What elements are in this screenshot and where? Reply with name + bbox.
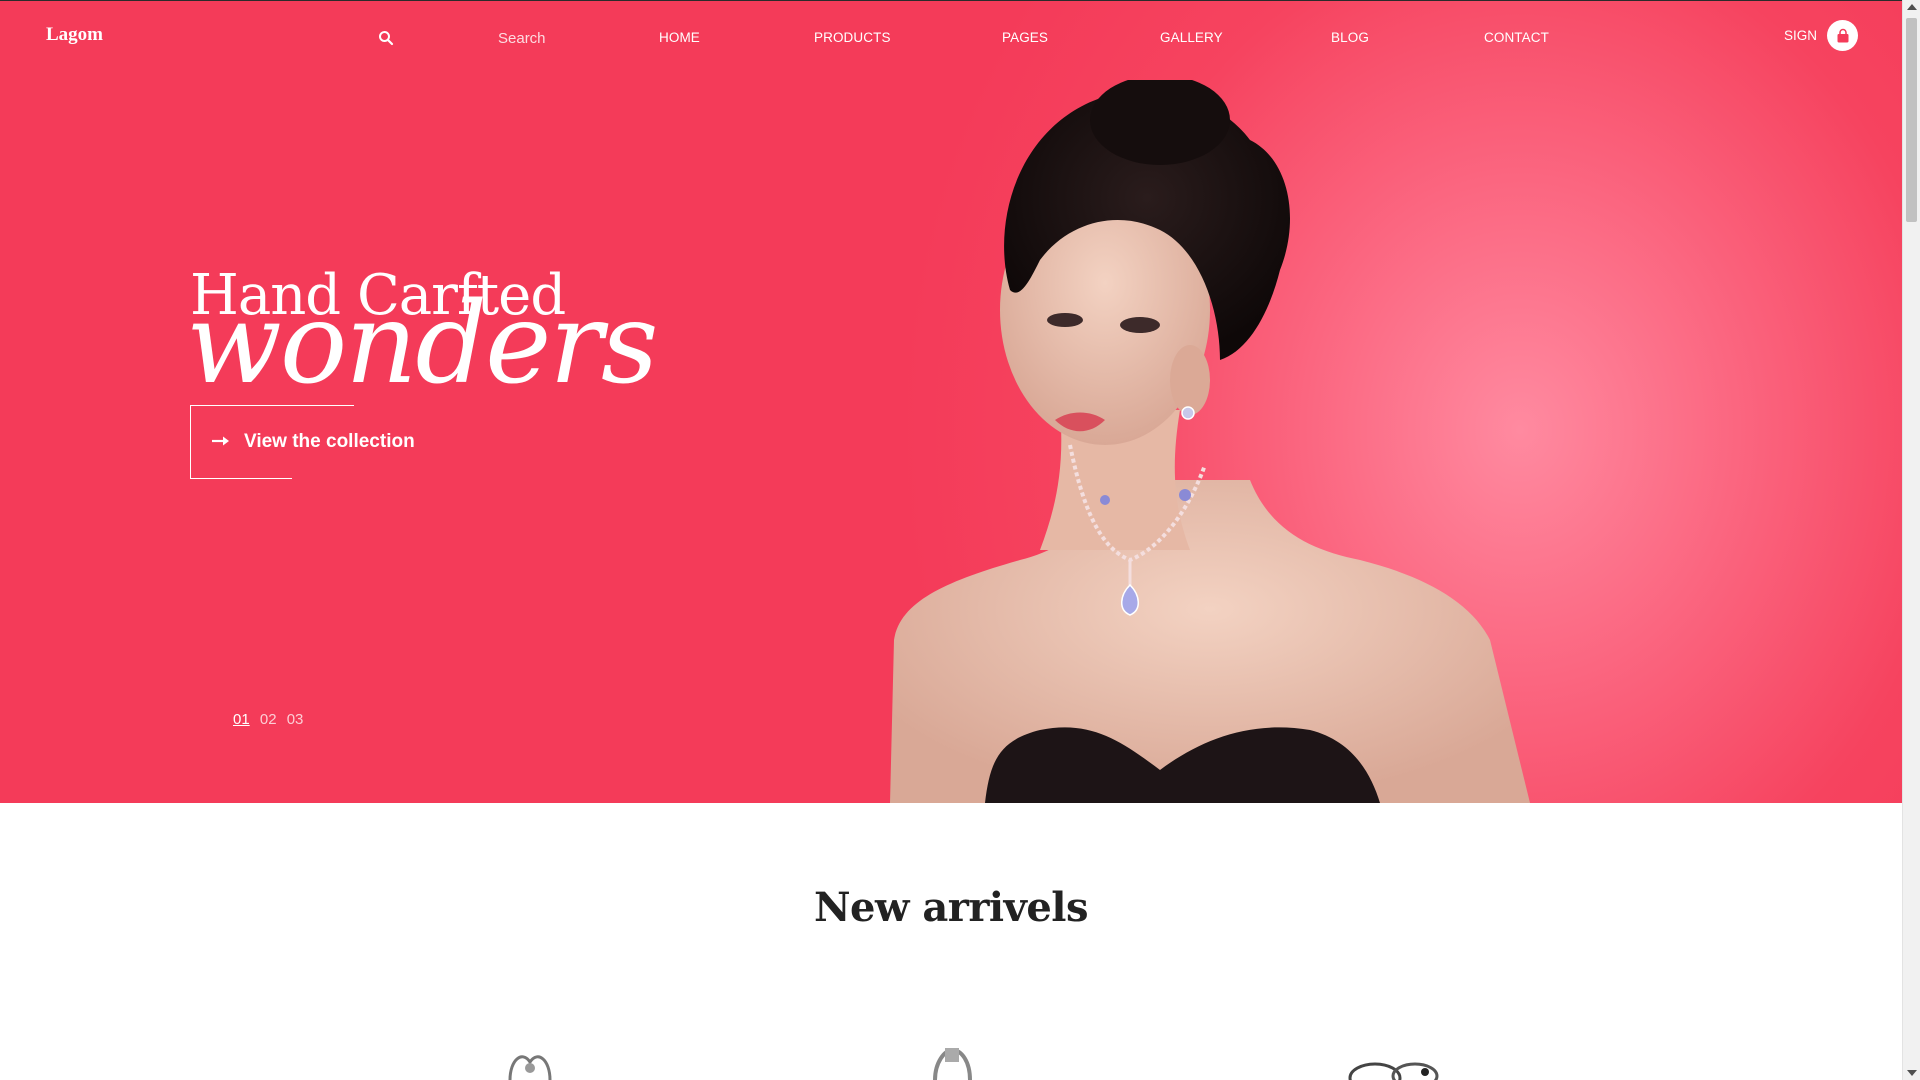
nav-pages[interactable]: PAGES xyxy=(1002,30,1048,45)
scroll-down-arrow-icon[interactable] xyxy=(1907,1070,1917,1076)
nav-products[interactable]: PRODUCTS xyxy=(814,30,891,45)
hero-banner: Lagom HOME PRODUCTS PAGES GALLERY BLOG C… xyxy=(0,0,1902,803)
product-ring-image[interactable] xyxy=(470,1040,590,1080)
new-arrivals-heading: New arrivels xyxy=(813,884,1089,931)
search-icon[interactable] xyxy=(378,30,394,46)
slide-dot-2[interactable]: 02 xyxy=(260,711,277,728)
nav-blog[interactable]: BLOG xyxy=(1331,30,1369,45)
search-input[interactable] xyxy=(498,26,618,50)
view-collection-label: View the collection xyxy=(244,431,415,452)
shopping-bag-button[interactable] xyxy=(1827,20,1858,51)
model-portrait-image xyxy=(890,80,1530,803)
page-scrollbar[interactable] xyxy=(1902,0,1920,1080)
scroll-up-arrow-icon[interactable] xyxy=(1907,4,1917,10)
slide-dot-1[interactable]: 01 xyxy=(233,711,250,728)
button-border-left xyxy=(190,405,191,479)
button-border-top xyxy=(190,405,354,406)
slide-pagination: 01 02 03 xyxy=(233,711,309,728)
nav-contact[interactable]: CONTACT xyxy=(1484,30,1549,45)
slide-dot-3[interactable]: 03 xyxy=(287,711,304,728)
button-border-bottom xyxy=(190,478,292,479)
scrollbar-thumb[interactable] xyxy=(1906,18,1917,222)
nav-home[interactable]: HOME xyxy=(659,30,700,45)
arrow-right-icon xyxy=(212,436,229,446)
view-collection-button[interactable]: View the collection xyxy=(190,405,415,479)
nav-gallery[interactable]: GALLERY xyxy=(1160,30,1223,45)
sign-in-link[interactable]: SIGN xyxy=(1784,28,1817,43)
site-logo[interactable]: Lagom xyxy=(46,24,103,46)
window-top-border xyxy=(0,0,1902,1)
shopping-bag-icon xyxy=(1837,28,1848,42)
product-pendant-image[interactable] xyxy=(890,1040,1010,1080)
product-earrings-image[interactable] xyxy=(1335,1040,1455,1080)
hero-script-title: wonders xyxy=(186,279,658,409)
